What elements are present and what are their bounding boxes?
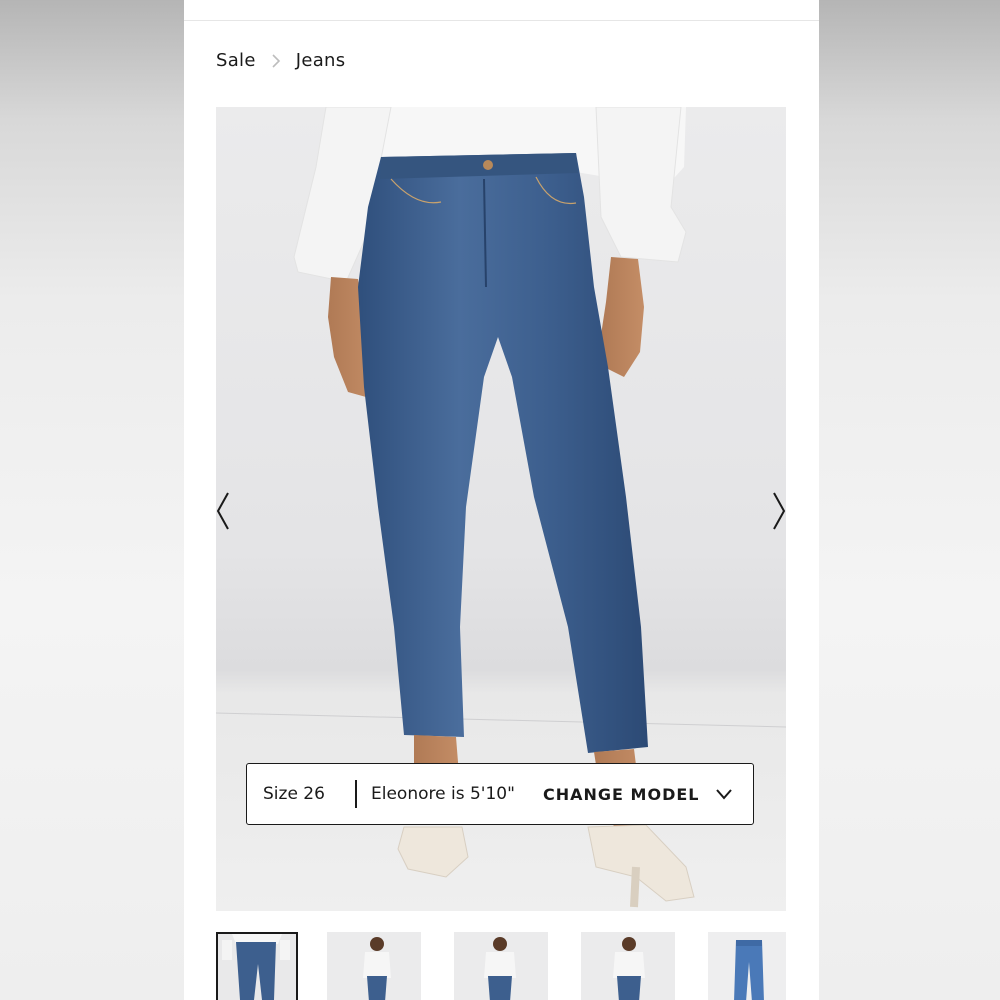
background-left bbox=[0, 0, 184, 1000]
thumbnail-image bbox=[454, 932, 548, 1000]
breadcrumb-sale[interactable]: Sale bbox=[216, 50, 256, 71]
prev-image-button[interactable] bbox=[216, 491, 236, 531]
thumbnail-image bbox=[708, 932, 786, 1000]
model-selector[interactable]: Size 26 Eleonore is 5'10" CHANGE MODEL bbox=[246, 763, 754, 825]
model-bar-divider bbox=[355, 780, 357, 808]
thumbnail-2[interactable] bbox=[327, 932, 421, 1000]
chevron-right-icon bbox=[773, 492, 786, 530]
change-model-button[interactable]: CHANGE MODEL bbox=[543, 785, 733, 804]
header-divider bbox=[184, 20, 819, 21]
model-height-info: Eleonore is 5'10" bbox=[371, 784, 515, 804]
thumbnail-4[interactable] bbox=[581, 932, 675, 1000]
thumbnail-image bbox=[327, 932, 421, 1000]
product-page: Sale Jeans Size 26 Eleonore is 5'10" CHA… bbox=[184, 0, 819, 1000]
thumbnail-1[interactable] bbox=[216, 932, 298, 1000]
product-main-image[interactable]: Size 26 Eleonore is 5'10" CHANGE MODEL bbox=[216, 107, 786, 911]
background-right bbox=[819, 0, 1000, 1000]
change-model-label: CHANGE MODEL bbox=[543, 784, 700, 804]
thumbnail-3[interactable] bbox=[454, 932, 548, 1000]
thumbnail-image bbox=[581, 932, 675, 1000]
chevron-right-icon bbox=[270, 53, 282, 69]
breadcrumb: Sale Jeans bbox=[216, 50, 345, 71]
model-size-label: Size 26 bbox=[263, 784, 325, 804]
thumbnail-image bbox=[218, 934, 296, 1000]
next-image-button[interactable] bbox=[766, 491, 786, 531]
breadcrumb-jeans[interactable]: Jeans bbox=[296, 50, 346, 71]
thumbnail-strip bbox=[216, 932, 819, 1000]
chevron-left-icon bbox=[216, 492, 229, 530]
thumbnail-5[interactable] bbox=[708, 932, 786, 1000]
chevron-down-icon bbox=[716, 789, 733, 800]
